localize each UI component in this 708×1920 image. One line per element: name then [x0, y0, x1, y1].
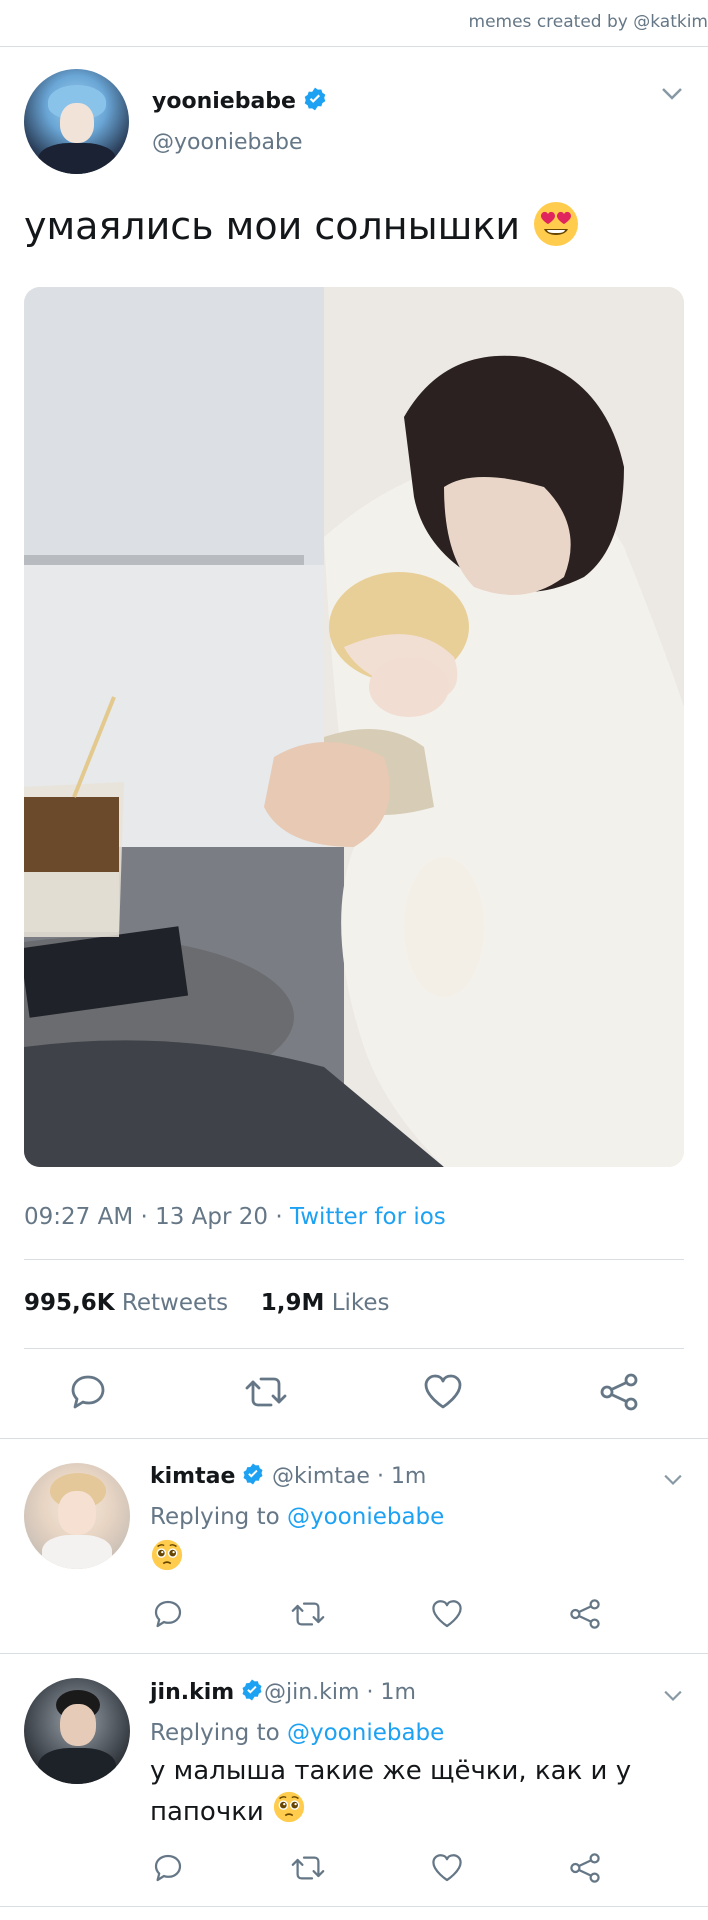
reply-handle-row: @kimtae · 1m [272, 1464, 427, 1489]
heart-icon [432, 1600, 462, 1628]
reply-author-row[interactable]: jin.kim [150, 1678, 264, 1708]
reply-button[interactable] [152, 1598, 184, 1634]
comment-icon [71, 1375, 105, 1409]
share-button[interactable] [568, 1598, 602, 1634]
chevron-down-icon[interactable] [662, 1472, 684, 1491]
divider [0, 1906, 708, 1907]
share-icon [600, 1373, 638, 1411]
photo-illustration [24, 287, 684, 1167]
comment-icon [154, 1854, 182, 1882]
author-avatar[interactable] [24, 69, 129, 174]
tweet-photo[interactable] [24, 287, 684, 1167]
reply-text-line-2: папочки [150, 1790, 670, 1835]
heart-icon [432, 1854, 462, 1882]
replying-to-row: Replying to @yooniebabe [150, 1504, 444, 1530]
tweet-text: умаялись мои солнышки [24, 204, 521, 248]
retweets-count[interactable]: 995,6K [24, 1290, 115, 1316]
retweet-button[interactable] [244, 1372, 288, 1416]
reply-handle-row: @jin.kim · 1m [264, 1680, 416, 1705]
reply-button[interactable] [152, 1852, 184, 1888]
reply-text-line: папочки [150, 1797, 264, 1827]
pleading-face-emoji-icon [150, 1538, 184, 1583]
replying-to-prefix: Replying to [150, 1720, 280, 1746]
reply-button[interactable] [68, 1372, 108, 1416]
tweet-stats: 995,6K Retweets 1,9M Likes [24, 1290, 390, 1316]
heart-icon [424, 1374, 462, 1409]
reply-author-name[interactable]: kimtae [150, 1464, 235, 1489]
retweets-label[interactable]: Retweets [122, 1290, 228, 1316]
divider [24, 1348, 684, 1349]
retweet-icon [291, 1856, 325, 1880]
chevron-down-icon[interactable] [660, 86, 684, 106]
tweet-time: 09:27 AM [24, 1204, 134, 1230]
share-button[interactable] [568, 1852, 602, 1888]
tweet-text-row: умаялись мои солнышки [24, 200, 580, 257]
like-button[interactable] [430, 1598, 464, 1634]
heart-eyes-emoji-icon [532, 200, 580, 257]
reply-author-handle[interactable]: @jin.kim [264, 1680, 359, 1705]
comment-icon [154, 1600, 182, 1628]
replying-to-prefix: Replying to [150, 1504, 280, 1530]
author-name[interactable]: yooniebabe [152, 89, 296, 114]
reply-text [150, 1538, 184, 1583]
retweet-button[interactable] [290, 1852, 326, 1888]
top-divider [0, 46, 708, 47]
like-button[interactable] [430, 1852, 464, 1888]
tweet-source-link[interactable]: Twitter for ios [290, 1204, 446, 1230]
reply-avatar[interactable] [24, 1463, 130, 1569]
divider [24, 1259, 684, 1260]
author-name-row[interactable]: yooniebabe [152, 86, 328, 118]
credit-text: memes created by @katkim [468, 12, 708, 32]
reply-time: 1m [380, 1680, 416, 1705]
verified-badge-icon [302, 86, 328, 118]
retweet-button[interactable] [290, 1598, 326, 1634]
replying-to-link[interactable]: @yooniebabe [287, 1504, 444, 1530]
share-icon [570, 1853, 600, 1883]
like-button[interactable] [422, 1372, 464, 1416]
share-icon [570, 1599, 600, 1629]
likes-count[interactable]: 1,9M [261, 1290, 325, 1316]
reply-author-handle[interactable]: @kimtae [272, 1464, 370, 1489]
replying-to-row: Replying to @yooniebabe [150, 1720, 444, 1746]
reply-author-row[interactable]: kimtae [150, 1462, 265, 1492]
likes-label[interactable]: Likes [332, 1290, 390, 1316]
reply-avatar[interactable] [24, 1678, 130, 1784]
reply-text-line: у малыша такие же щёчки, как и у [150, 1756, 632, 1786]
divider [0, 1653, 708, 1654]
retweet-icon [291, 1602, 325, 1626]
reply-time: 1m [390, 1464, 427, 1489]
author-handle[interactable]: @yooniebabe [152, 130, 302, 155]
reply-text: у малыша такие же щёчки, как и у папочки [150, 1752, 670, 1835]
reply-author-name[interactable]: jin.kim [150, 1680, 234, 1705]
retweet-icon [245, 1377, 287, 1407]
share-button[interactable] [598, 1372, 640, 1416]
pleading-face-emoji-icon [272, 1790, 306, 1835]
verified-badge-icon [240, 1678, 264, 1708]
divider [0, 1438, 708, 1439]
verified-badge-icon [241, 1462, 265, 1492]
replying-to-link[interactable]: @yooniebabe [287, 1720, 444, 1746]
chevron-down-icon[interactable] [662, 1688, 684, 1707]
tweet-date: 13 Apr 20 [155, 1204, 269, 1230]
tweet-meta: 09:27 AM · 13 Apr 20 · Twitter for ios [24, 1204, 446, 1230]
